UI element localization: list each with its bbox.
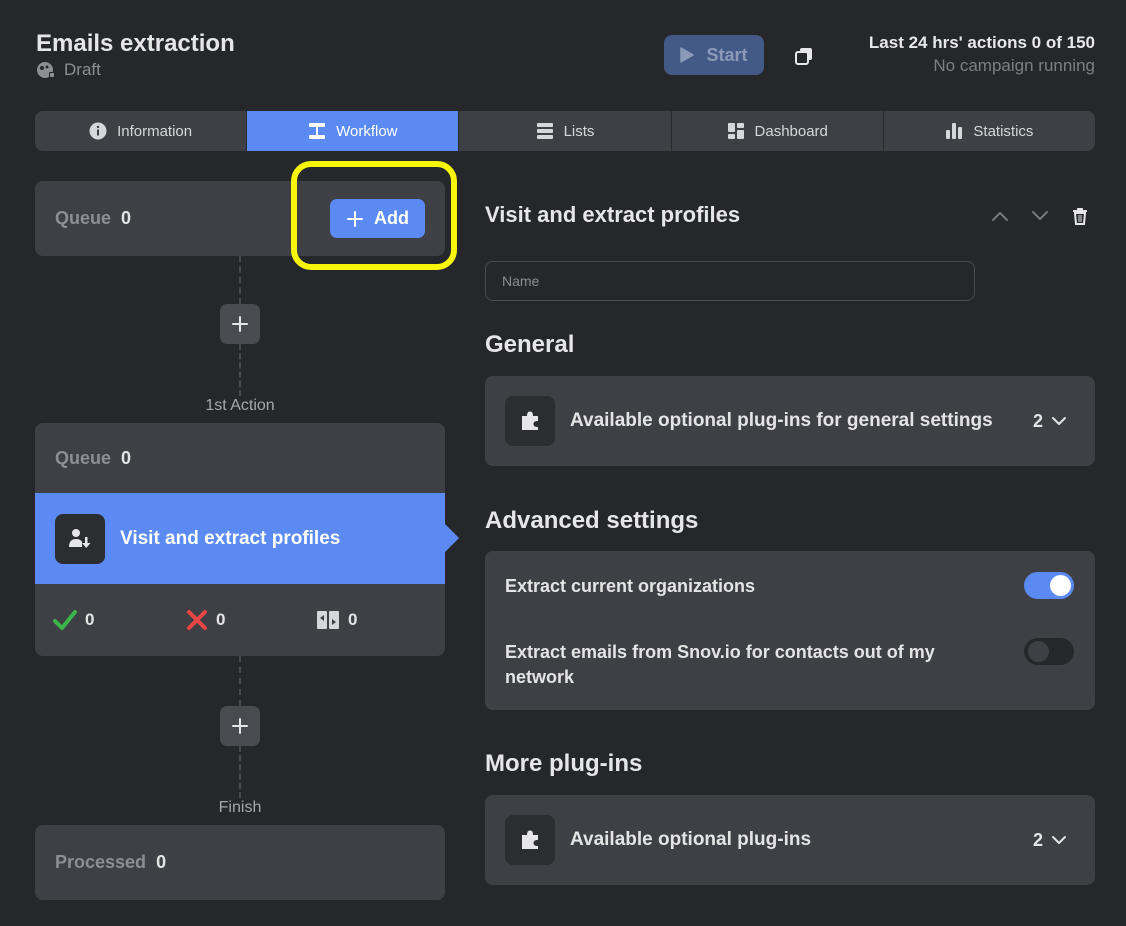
queue-count: 0 <box>121 447 132 468</box>
bar-chart-icon <box>946 123 963 139</box>
more-plugins-label: Available optional plug-ins <box>570 829 812 850</box>
more-plugins-count: 2 <box>1033 830 1067 851</box>
copy-icon <box>795 48 812 65</box>
cross-icon <box>187 610 207 630</box>
action-name-input[interactable] <box>485 261 975 301</box>
tab-dashboard[interactable]: Dashboard <box>672 111 884 151</box>
move-down-button[interactable] <box>1026 202 1054 230</box>
advanced-heading: Advanced settings <box>485 507 699 534</box>
general-plugins-dropdown[interactable]: Available optional plug-ins for general … <box>485 376 1095 466</box>
move-up-button[interactable] <box>986 202 1014 230</box>
success-stat: 0 <box>53 609 94 631</box>
toggle-knob <box>1050 575 1071 596</box>
tab-statistics[interactable]: Statistics <box>884 111 1095 151</box>
list-icon <box>536 123 553 139</box>
connector-line <box>239 746 241 798</box>
chevron-down-icon <box>1052 417 1066 425</box>
toggle-knob <box>1028 641 1049 662</box>
tab-label: Workflow <box>336 122 398 140</box>
connector-line <box>239 656 241 706</box>
action-stats: 0 0 0 <box>35 584 445 656</box>
signpost-icon <box>317 611 339 629</box>
tab-label: Dashboard <box>754 122 828 140</box>
action-queue: Queue 0 <box>35 423 445 493</box>
skipped-count: 0 <box>348 610 358 629</box>
trash-icon <box>1073 208 1087 225</box>
tab-workflow[interactable]: Workflow <box>247 111 460 151</box>
skipped-stat: 0 <box>316 609 357 631</box>
campaign-running-status: No campaign running <box>933 56 1095 75</box>
extract-emails-toggle[interactable] <box>1024 638 1074 665</box>
draft-status-icon <box>37 62 55 78</box>
extract-emails-label: Extract emails from Snov.io for contacts… <box>505 642 935 687</box>
highlight-annotation <box>291 161 457 270</box>
plugin-count-value: 2 <box>1032 829 1043 850</box>
puzzle-icon <box>522 411 538 430</box>
processed-count: 0 <box>156 852 167 872</box>
workflow-icon <box>309 123 326 139</box>
status-label: Draft <box>64 60 101 79</box>
queue-label: Queue <box>55 208 112 228</box>
plugin-icon-box <box>505 815 555 865</box>
action-visit-extract[interactable]: Visit and extract profiles <box>35 493 459 584</box>
delete-action-button[interactable] <box>1066 202 1094 230</box>
more-plugins-dropdown[interactable]: Available optional plug-ins 2 <box>485 795 1095 885</box>
dashboard-icon <box>727 123 744 139</box>
info-icon <box>89 122 107 140</box>
campaign-title: Emails extraction <box>36 30 235 57</box>
tab-label: Information <box>117 122 193 140</box>
processed-card: Processed 0 <box>35 825 445 900</box>
tab-information[interactable]: Information <box>35 111 248 151</box>
person-download-icon <box>69 528 91 548</box>
extract-orgs-toggle[interactable] <box>1024 572 1074 599</box>
start-button[interactable]: Start <box>664 35 764 75</box>
puzzle-icon <box>522 830 538 849</box>
first-action-label: 1st Action <box>205 397 275 414</box>
plus-icon <box>232 316 248 332</box>
action-title: Visit and extract profiles <box>120 527 341 549</box>
duplicate-button[interactable] <box>792 44 816 68</box>
insert-action-button[interactable] <box>220 304 260 344</box>
queue-count: 0 <box>121 208 132 228</box>
finish-label: Finish <box>218 799 262 816</box>
chevron-up-icon <box>992 212 1008 221</box>
tab-label: Statistics <box>973 122 1034 140</box>
plugin-icon-box <box>505 396 555 446</box>
chevron-down-icon <box>1032 211 1048 220</box>
plugin-count-value: 2 <box>1032 410 1043 431</box>
checkmark-icon <box>53 610 77 630</box>
general-plugins-count: 2 <box>1033 411 1067 432</box>
advanced-settings-card: Extract current organizations Extract em… <box>485 551 1095 710</box>
plus-icon <box>232 718 248 734</box>
action-icon-box <box>55 513 105 564</box>
tab-bar: Information Workflow Lists Dashboard Sta… <box>35 111 1095 151</box>
play-icon <box>680 47 695 63</box>
failed-stat: 0 <box>186 609 225 631</box>
general-heading: General <box>485 331 575 358</box>
chevron-down-icon <box>1052 836 1066 844</box>
failed-count: 0 <box>216 610 226 629</box>
panel-title: Visit and extract profiles <box>485 202 741 227</box>
campaign-status: Draft <box>36 60 101 80</box>
tab-lists[interactable]: Lists <box>459 111 672 151</box>
selected-arrow <box>445 524 459 552</box>
processed-label: Processed <box>55 852 147 872</box>
insert-action-button[interactable] <box>220 706 260 746</box>
action-quota: Last 24 hrs' actions 0 of 150 No campaig… <box>869 33 1095 76</box>
connector-line <box>239 344 241 396</box>
general-plugins-label: Available optional plug-ins for general … <box>570 410 993 431</box>
tab-label: Lists <box>563 122 595 140</box>
extract-orgs-label: Extract current organizations <box>505 576 756 596</box>
connector-line <box>239 256 241 304</box>
queue-label: Queue <box>55 447 112 468</box>
quota-line: Last 24 hrs' actions 0 of 150 <box>868 33 1095 52</box>
success-count: 0 <box>85 610 95 629</box>
action-card: Queue 0 Visit and extract profiles 0 0 0 <box>35 423 459 656</box>
more-plugins-heading: More plug-ins <box>485 750 643 777</box>
start-label: Start <box>706 44 748 65</box>
